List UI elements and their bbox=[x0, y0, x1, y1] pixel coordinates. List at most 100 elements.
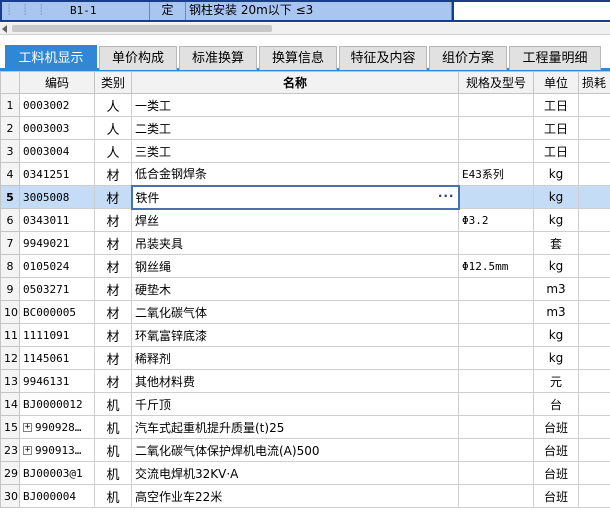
type-cell[interactable]: 材 bbox=[94, 208, 132, 232]
table-row[interactable]: 9 0503271 材硬垫木 m3 bbox=[0, 277, 610, 301]
spec-cell[interactable] bbox=[458, 461, 534, 485]
table-row[interactable]: 30 BJ000004 机高空作业车22米 台班 bbox=[0, 484, 610, 508]
spec-header[interactable]: 规格及型号 bbox=[458, 71, 534, 94]
loss-cell[interactable] bbox=[578, 208, 610, 232]
spec-cell[interactable] bbox=[458, 139, 534, 163]
code-cell[interactable]: +990913… bbox=[19, 438, 95, 462]
unit-cell[interactable]: m3 bbox=[533, 277, 579, 301]
loss-cell[interactable] bbox=[578, 231, 610, 255]
loss-cell[interactable] bbox=[578, 346, 610, 370]
code-cell[interactable]: 0503271 bbox=[19, 277, 95, 301]
spec-cell[interactable] bbox=[458, 346, 534, 370]
unit-cell[interactable]: 台班 bbox=[533, 415, 579, 439]
code-cell[interactable]: 0003003 bbox=[19, 116, 95, 140]
type-cell[interactable]: 机 bbox=[94, 484, 132, 508]
unit-cell[interactable]: 台 bbox=[533, 392, 579, 416]
code-cell[interactable]: 1111091 bbox=[19, 323, 95, 347]
name-cell[interactable]: 铁件 ··· bbox=[130, 184, 460, 210]
code-cell[interactable]: 0343011 bbox=[19, 208, 95, 232]
unit-cell[interactable]: kg bbox=[533, 323, 579, 347]
unit-header[interactable]: 单位 bbox=[533, 71, 579, 94]
name-cell[interactable]: 硬垫木 bbox=[131, 277, 459, 301]
tab-conversion-info[interactable]: 换算信息 bbox=[259, 46, 337, 70]
name-cell[interactable]: 一类工 bbox=[131, 93, 459, 117]
type-cell[interactable]: 材 bbox=[94, 162, 132, 186]
code-cell[interactable]: 9946131 bbox=[19, 369, 95, 393]
loss-cell[interactable] bbox=[578, 116, 610, 140]
name-cell[interactable]: 稀释剂 bbox=[131, 346, 459, 370]
unit-cell[interactable]: 台班 bbox=[533, 484, 579, 508]
table-row[interactable]: 2 0003003 人二类工 工日 bbox=[0, 116, 610, 140]
name-cell[interactable]: 吊装夹具 bbox=[131, 231, 459, 255]
code-cell[interactable]: 0003004 bbox=[19, 139, 95, 163]
type-cell[interactable]: 材 bbox=[94, 231, 132, 255]
type-cell[interactable]: 材 bbox=[94, 300, 132, 324]
unit-cell[interactable]: 工日 bbox=[533, 93, 579, 117]
quota-extra-cell[interactable] bbox=[452, 0, 610, 21]
unit-cell[interactable]: kg bbox=[533, 254, 579, 278]
name-cell[interactable]: 低合金钢焊条 bbox=[131, 162, 459, 186]
table-row[interactable]: 1 0003002 人一类工 工日 bbox=[0, 93, 610, 117]
loss-cell[interactable] bbox=[578, 323, 610, 347]
table-row[interactable]: 10 BC000005 材二氧化碳气体 m3 bbox=[0, 300, 610, 324]
name-cell[interactable]: 汽车式起重机提升质量(t)25 bbox=[131, 415, 459, 439]
name-cell[interactable]: 其他材料费 bbox=[131, 369, 459, 393]
code-cell[interactable]: 9949021 bbox=[19, 231, 95, 255]
name-header[interactable]: 名称 bbox=[131, 71, 459, 94]
table-row[interactable]: 8 0105024 材钢丝绳 Φ12.5mm kg bbox=[0, 254, 610, 278]
table-row[interactable]: 5 3005008 材铁件 ··· kg bbox=[0, 184, 610, 210]
type-header[interactable]: 类别 bbox=[94, 71, 132, 94]
spec-cell[interactable] bbox=[458, 392, 534, 416]
name-cell[interactable]: 三类工 bbox=[131, 139, 459, 163]
type-cell[interactable]: 材 bbox=[94, 369, 132, 393]
type-cell[interactable]: 材 bbox=[94, 323, 132, 347]
tab-unit-price[interactable]: 单价构成 bbox=[99, 46, 177, 70]
spec-cell[interactable] bbox=[458, 277, 534, 301]
spec-cell[interactable] bbox=[458, 415, 534, 439]
tab-labor-material-machine[interactable]: 工料机显示 bbox=[5, 45, 97, 71]
type-cell[interactable]: 材 bbox=[94, 185, 132, 209]
spec-cell[interactable] bbox=[458, 484, 534, 508]
table-row[interactable]: 29 BJ00003@1 机交流电焊机32KV·A 台班 bbox=[0, 461, 610, 485]
loss-header[interactable]: 损耗 bbox=[578, 71, 610, 94]
type-cell[interactable]: 材 bbox=[94, 346, 132, 370]
loss-cell[interactable] bbox=[578, 484, 610, 508]
spec-cell[interactable]: Φ12.5mm bbox=[458, 254, 534, 278]
type-cell[interactable]: 机 bbox=[94, 461, 132, 485]
unit-cell[interactable]: 台班 bbox=[533, 438, 579, 462]
code-cell[interactable]: +990928… bbox=[19, 415, 95, 439]
name-cell[interactable]: 千斤顶 bbox=[131, 392, 459, 416]
type-cell[interactable]: 机 bbox=[94, 392, 132, 416]
spec-cell[interactable] bbox=[458, 438, 534, 462]
unit-cell[interactable]: 套 bbox=[533, 231, 579, 255]
spec-cell[interactable]: Φ3.2 bbox=[458, 208, 534, 232]
loss-cell[interactable] bbox=[578, 254, 610, 278]
name-cell[interactable]: 二类工 bbox=[131, 116, 459, 140]
tab-standard-conversion[interactable]: 标准换算 bbox=[179, 46, 257, 70]
code-cell[interactable]: 3005008 bbox=[19, 185, 95, 209]
loss-cell[interactable] bbox=[578, 162, 610, 186]
type-cell[interactable]: 材 bbox=[94, 254, 132, 278]
expand-icon[interactable]: + bbox=[23, 423, 32, 432]
spec-cell[interactable] bbox=[458, 300, 534, 324]
table-row[interactable]: 13 9946131 材其他材料费 元 bbox=[0, 369, 610, 393]
spec-cell[interactable] bbox=[458, 93, 534, 117]
spec-cell[interactable] bbox=[458, 323, 534, 347]
name-cell[interactable]: 二氧化碳气体保护焊机电流(A)500 bbox=[131, 438, 459, 462]
tab-features[interactable]: 特征及内容 bbox=[339, 46, 427, 70]
type-cell[interactable]: 人 bbox=[94, 116, 132, 140]
quota-name-cell[interactable]: 钢柱安装 20m以下 ≤3 bbox=[186, 0, 452, 21]
unit-cell[interactable]: m3 bbox=[533, 300, 579, 324]
table-row[interactable]: 15 +990928… 机汽车式起重机提升质量(t)25 台班 bbox=[0, 415, 610, 439]
unit-cell[interactable]: kg bbox=[533, 208, 579, 232]
loss-cell[interactable] bbox=[578, 369, 610, 393]
loss-cell[interactable] bbox=[578, 277, 610, 301]
loss-cell[interactable] bbox=[578, 300, 610, 324]
unit-cell[interactable]: 元 bbox=[533, 369, 579, 393]
name-cell[interactable]: 钢丝绳 bbox=[131, 254, 459, 278]
spec-cell[interactable]: E43系列 bbox=[458, 162, 534, 186]
type-cell[interactable]: 人 bbox=[94, 139, 132, 163]
table-row[interactable]: 3 0003004 人三类工 工日 bbox=[0, 139, 610, 163]
type-cell[interactable]: 机 bbox=[94, 438, 132, 462]
type-cell[interactable]: 机 bbox=[94, 415, 132, 439]
